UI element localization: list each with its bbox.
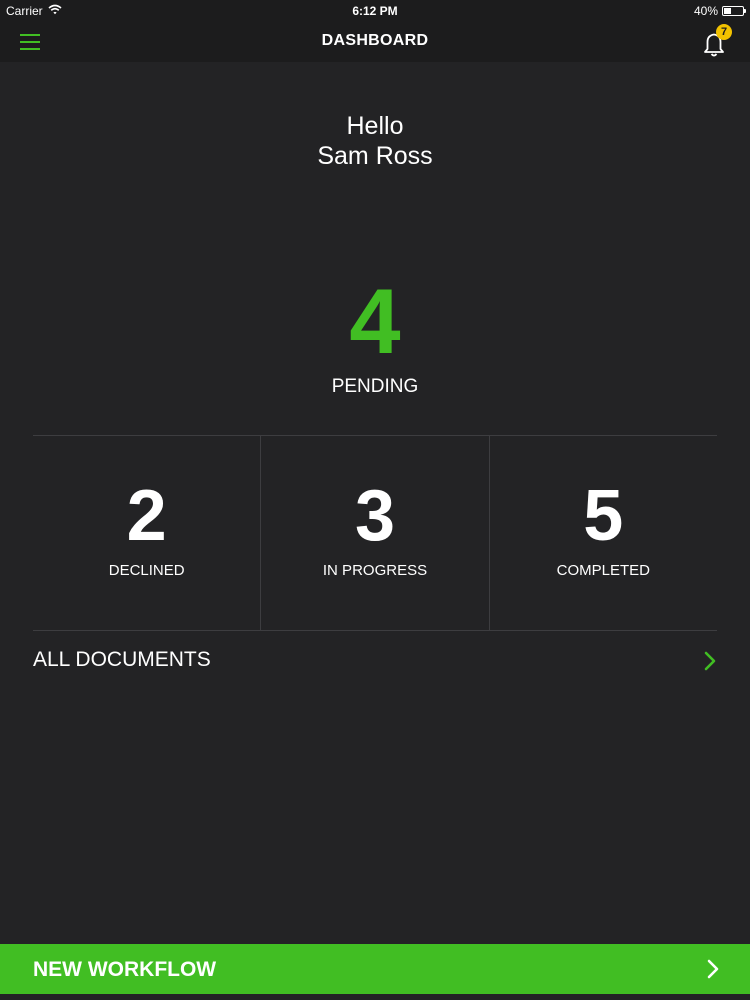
bottom-strip [0, 994, 750, 1000]
pending-label: PENDING [331, 376, 419, 397]
battery-icon [722, 6, 746, 16]
all-documents-row[interactable]: ALL DOCUMENTS [33, 630, 717, 692]
status-right: 40% [693, 4, 746, 18]
greeting-hello: Hello [346, 112, 404, 140]
status-bar: Carrier 6:12 PM 40% [0, 0, 750, 22]
nav-bar: DASHBOARD 7 [0, 22, 750, 62]
new-workflow-button[interactable]: NEW WORKFLOW [0, 944, 750, 994]
stat-count: 5 [583, 476, 624, 556]
notification-badge: 7 [716, 24, 732, 40]
pending-summary[interactable]: 4 PENDING [0, 272, 750, 398]
status-time: 6:12 PM [352, 4, 398, 18]
notifications-button[interactable]: 7 [698, 24, 732, 59]
all-documents-label: ALL DOCUMENTS [33, 648, 211, 671]
stat-label: COMPLETED [556, 562, 650, 579]
pending-count: 4 [349, 271, 401, 373]
greeting-user-name: Sam Ross [317, 142, 433, 170]
battery-fill [724, 8, 731, 14]
stat-label: DECLINED [108, 562, 185, 579]
chevron-right-icon [706, 958, 720, 980]
stat-declined[interactable]: 2 DECLINED [33, 436, 260, 630]
bell-icon [698, 33, 732, 63]
chevron-right-icon [703, 650, 717, 672]
stat-label: IN PROGRESS [322, 562, 428, 579]
stat-count: 3 [354, 476, 396, 556]
dashboard-screen: Carrier 6:12 PM 40% DASHBOARD 7 Hello Sa… [0, 0, 750, 1000]
stat-count: 2 [126, 476, 167, 556]
new-workflow-label: NEW WORKFLOW [33, 958, 217, 981]
page-title: DASHBOARD [321, 32, 429, 49]
stat-in-progress[interactable]: 3 IN PROGRESS [260, 436, 488, 630]
stat-completed[interactable]: 5 COMPLETED [488, 436, 717, 630]
greeting: Hello Sam Ross [0, 111, 750, 171]
stats-grid: 2 DECLINED 3 IN PROGRESS 5 COMPLETED [33, 435, 717, 631]
battery-percent: 40% [693, 4, 718, 18]
